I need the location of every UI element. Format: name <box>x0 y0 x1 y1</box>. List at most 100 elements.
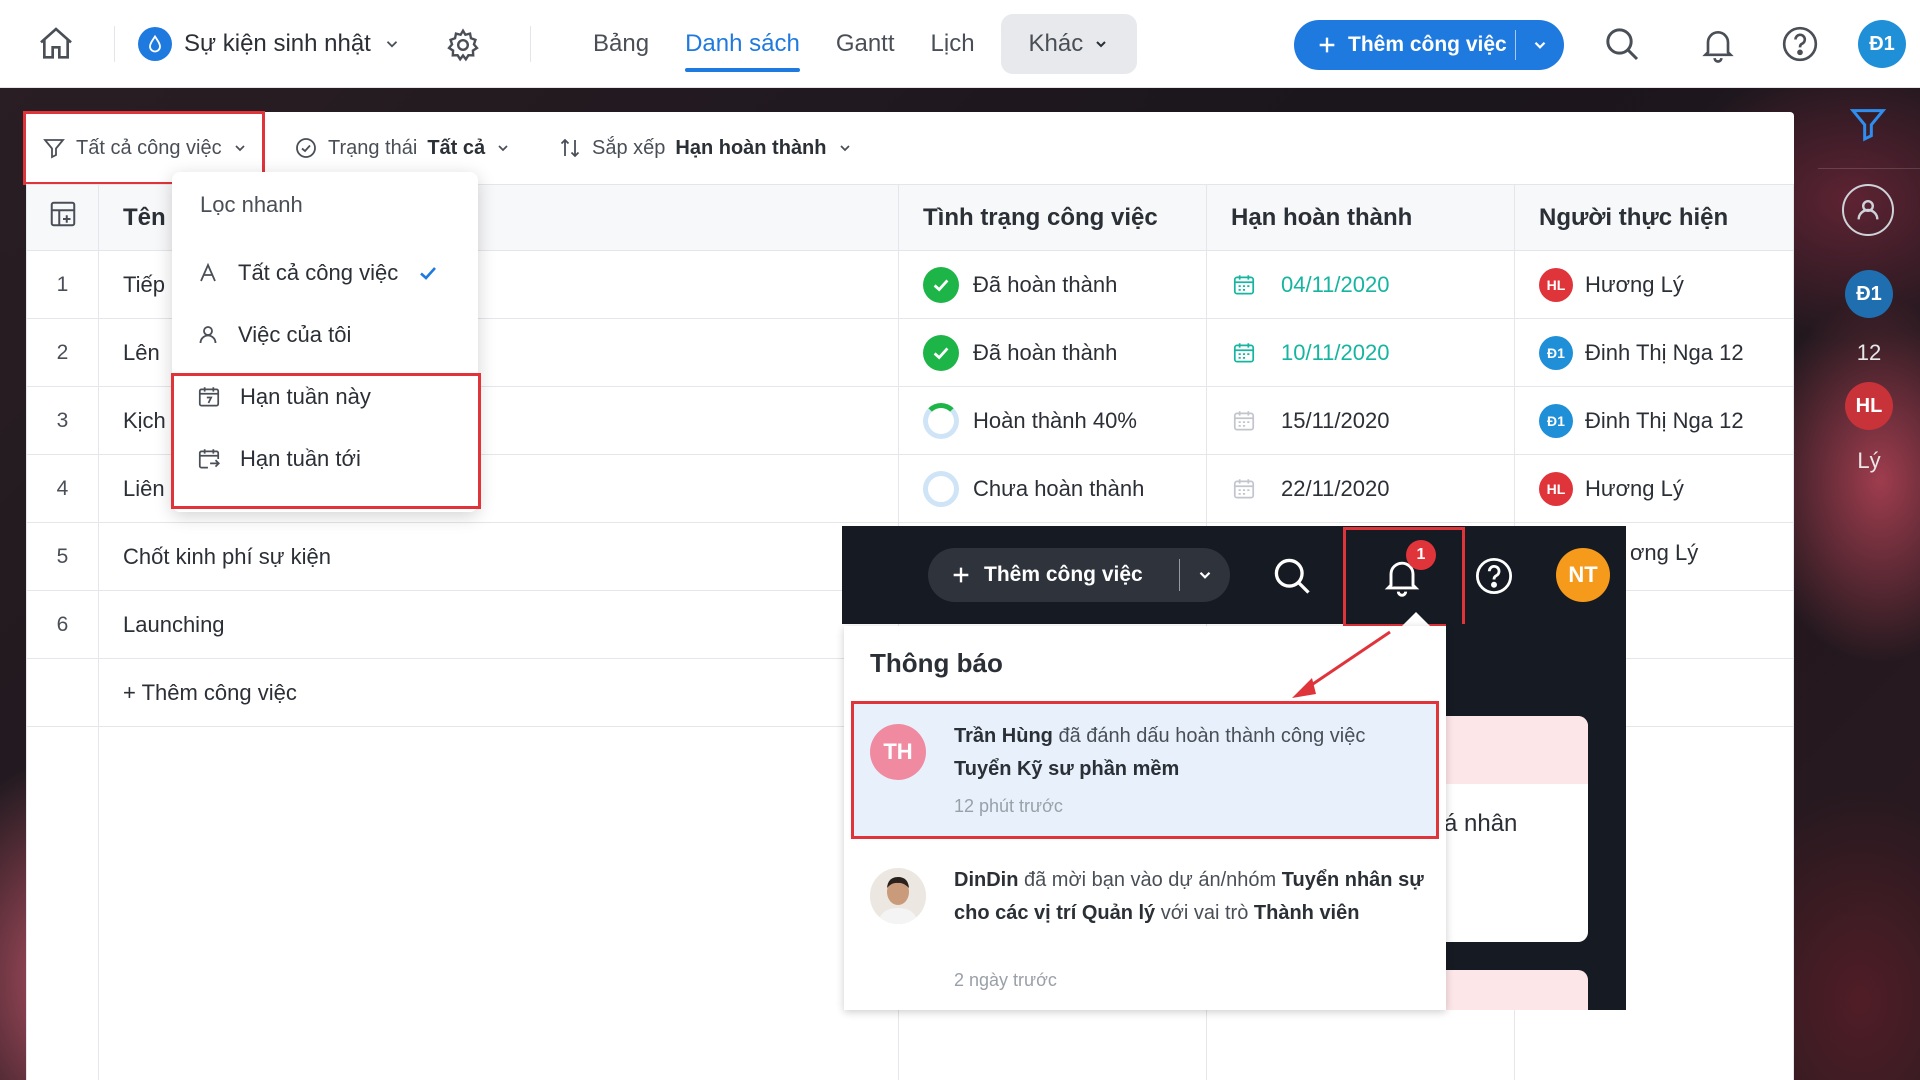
status-text: Hoàn thành 40% <box>973 407 1137 433</box>
row-number: 6 <box>26 590 99 659</box>
rail-avatar[interactable]: HL <box>1845 382 1893 430</box>
highlight-box <box>171 373 481 509</box>
assignee-avatar: Đ1 <box>1539 403 1573 438</box>
row-number: 3 <box>26 386 99 455</box>
calendar-icon <box>1233 274 1255 295</box>
actor-name: Trần Hùng <box>954 725 1053 747</box>
add-column-button[interactable] <box>26 184 99 251</box>
assignee-name: Hương Lý <box>1585 475 1684 501</box>
actor-name: DinDin <box>954 869 1019 891</box>
tab-gantt[interactable]: Gantt <box>818 14 913 74</box>
task-name[interactable]: Launching <box>98 590 899 659</box>
help-icon[interactable] <box>1778 22 1822 66</box>
tab-more-label: Khác <box>1028 30 1084 57</box>
notification-item[interactable]: DinDin đã mời bạn vào dự án/nhóm Tuyển n… <box>854 848 1436 998</box>
due-cell[interactable]: 22/11/2020 <box>1206 454 1515 523</box>
chevron-down-icon <box>839 145 850 152</box>
row-number <box>26 658 99 727</box>
row-number: 5 <box>26 522 99 591</box>
action-text: đã đánh dấu hoàn thành công việc <box>1052 725 1366 747</box>
column-header-status[interactable]: Tình trạng công việc <box>898 184 1207 251</box>
empty-cell <box>98 726 899 1080</box>
assignee-avatar: HL <box>1539 267 1573 302</box>
notification-text: Trần Hùng đã đánh dấu hoàn thành công vi… <box>954 720 1424 786</box>
empty-ring-icon <box>923 470 959 507</box>
add-task-link[interactable]: + Thêm công việc <box>98 658 899 727</box>
assignee-cell[interactable]: Đ1 Đinh Thị Nga 12 <box>1514 386 1794 455</box>
add-task-button[interactable]: Thêm công việc <box>928 548 1230 602</box>
status-text: Đã hoàn thành <box>973 339 1118 365</box>
actor-avatar-photo <box>870 868 926 924</box>
rail-avatar-label: Lý <box>1857 448 1881 473</box>
notification-text: DinDin đã mời bạn vào dự án/nhóm Tuyển n… <box>954 864 1424 930</box>
peek-assignee: ơng Lý <box>1630 540 1699 565</box>
home-icon[interactable] <box>34 22 78 66</box>
user-avatar[interactable]: NT <box>1556 548 1610 602</box>
chevron-down-icon <box>1534 41 1546 49</box>
action-text: đã mời bạn vào dự án/nhóm <box>1018 869 1282 891</box>
status-cell[interactable]: Chưa hoàn thành <box>898 454 1207 523</box>
quick-filter-all[interactable]: Tất cả công việc <box>196 248 440 298</box>
task-name[interactable]: Chốt kinh phí sự kiện <box>98 522 899 591</box>
row-number: 2 <box>26 318 99 387</box>
add-task-dropdown[interactable] <box>1516 36 1564 54</box>
inset-card <box>1444 970 1588 1010</box>
person-icon[interactable] <box>1842 184 1894 236</box>
tab-list[interactable]: Danh sách <box>667 14 818 74</box>
due-date: 04/11/2020 <box>1281 271 1390 297</box>
sort-value: Hạn hoàn thành <box>675 136 827 159</box>
status-cell[interactable]: Đã hoàn thành <box>898 318 1207 387</box>
column-header-assignee[interactable]: Người thực hiện <box>1514 184 1794 251</box>
add-task-button[interactable]: Thêm công việc <box>1294 20 1564 70</box>
role-name: Thành viên <box>1253 902 1360 924</box>
rail-avatar[interactable]: Đ1 <box>1845 270 1893 318</box>
due-cell[interactable]: 15/11/2020 <box>1206 386 1515 455</box>
assignee-cell[interactable]: HL Hương Lý <box>1514 454 1794 523</box>
sort-control[interactable]: Sắp xếp Hạn hoàn thành <box>558 126 853 170</box>
highlight-box <box>1343 527 1465 627</box>
action-text: với vai trò <box>1155 902 1254 924</box>
due-date: 22/11/2020 <box>1281 475 1390 501</box>
actor-avatar: TH <box>870 724 926 780</box>
tab-board[interactable]: Bảng <box>575 14 667 74</box>
bell-icon[interactable] <box>1696 22 1740 66</box>
annotation-arrow-icon <box>1292 630 1391 698</box>
assignee-cell[interactable]: HL Hương Lý <box>1514 250 1794 319</box>
project-selector[interactable]: Sự kiện sinh nhật <box>138 24 401 64</box>
add-task-label: Thêm công việc <box>1348 33 1507 56</box>
due-cell[interactable]: 04/11/2020 <box>1206 250 1515 319</box>
gear-icon[interactable] <box>442 24 484 66</box>
notification-item[interactable]: TH Trần Hùng đã đánh dấu hoàn thành công… <box>851 701 1439 839</box>
quick-filter-mine[interactable]: Việc của tôi <box>196 310 351 360</box>
add-task-dropdown[interactable] <box>1180 566 1230 584</box>
plus-icon <box>1319 37 1335 53</box>
status-filter[interactable]: Trạng thái Tất cả <box>294 126 511 170</box>
assignee-name: Hương Lý <box>1585 271 1684 297</box>
letter-a-icon <box>200 262 216 282</box>
column-header-due[interactable]: Hạn hoàn thành <box>1206 184 1515 251</box>
calendar-icon <box>1233 478 1255 499</box>
funnel-icon[interactable] <box>1848 104 1888 149</box>
assignee-cell[interactable]: Đ1 Đinh Thị Nga 12 <box>1514 318 1794 387</box>
progress-ring-icon <box>923 402 959 439</box>
assignee-avatar: Đ1 <box>1539 335 1573 370</box>
search-icon[interactable] <box>1600 22 1644 66</box>
search-icon[interactable] <box>1268 552 1316 600</box>
help-icon[interactable] <box>1470 552 1518 600</box>
due-cell[interactable]: 10/11/2020 <box>1206 318 1515 387</box>
status-cell[interactable]: Hoàn thành 40% <box>898 386 1207 455</box>
row-number: 4 <box>26 454 99 523</box>
chevron-down-icon <box>1096 41 1106 48</box>
calendar-icon <box>1233 342 1255 363</box>
tab-more[interactable]: Khác <box>1000 14 1138 74</box>
quick-filter-label: Tất cả công việc <box>238 260 399 285</box>
tab-calendar[interactable]: Lịch <box>913 14 993 74</box>
user-avatar[interactable]: Đ1 <box>1858 20 1906 68</box>
popover-caret <box>1402 612 1430 626</box>
status-text: Chưa hoàn thành <box>973 475 1145 501</box>
status-cell[interactable]: Đã hoàn thành <box>898 250 1207 319</box>
calendar-icon <box>1233 410 1255 431</box>
card-text: á nhân <box>1444 810 1518 837</box>
divider <box>1818 168 1920 169</box>
rail-avatar-label: 12 <box>1856 340 1882 365</box>
